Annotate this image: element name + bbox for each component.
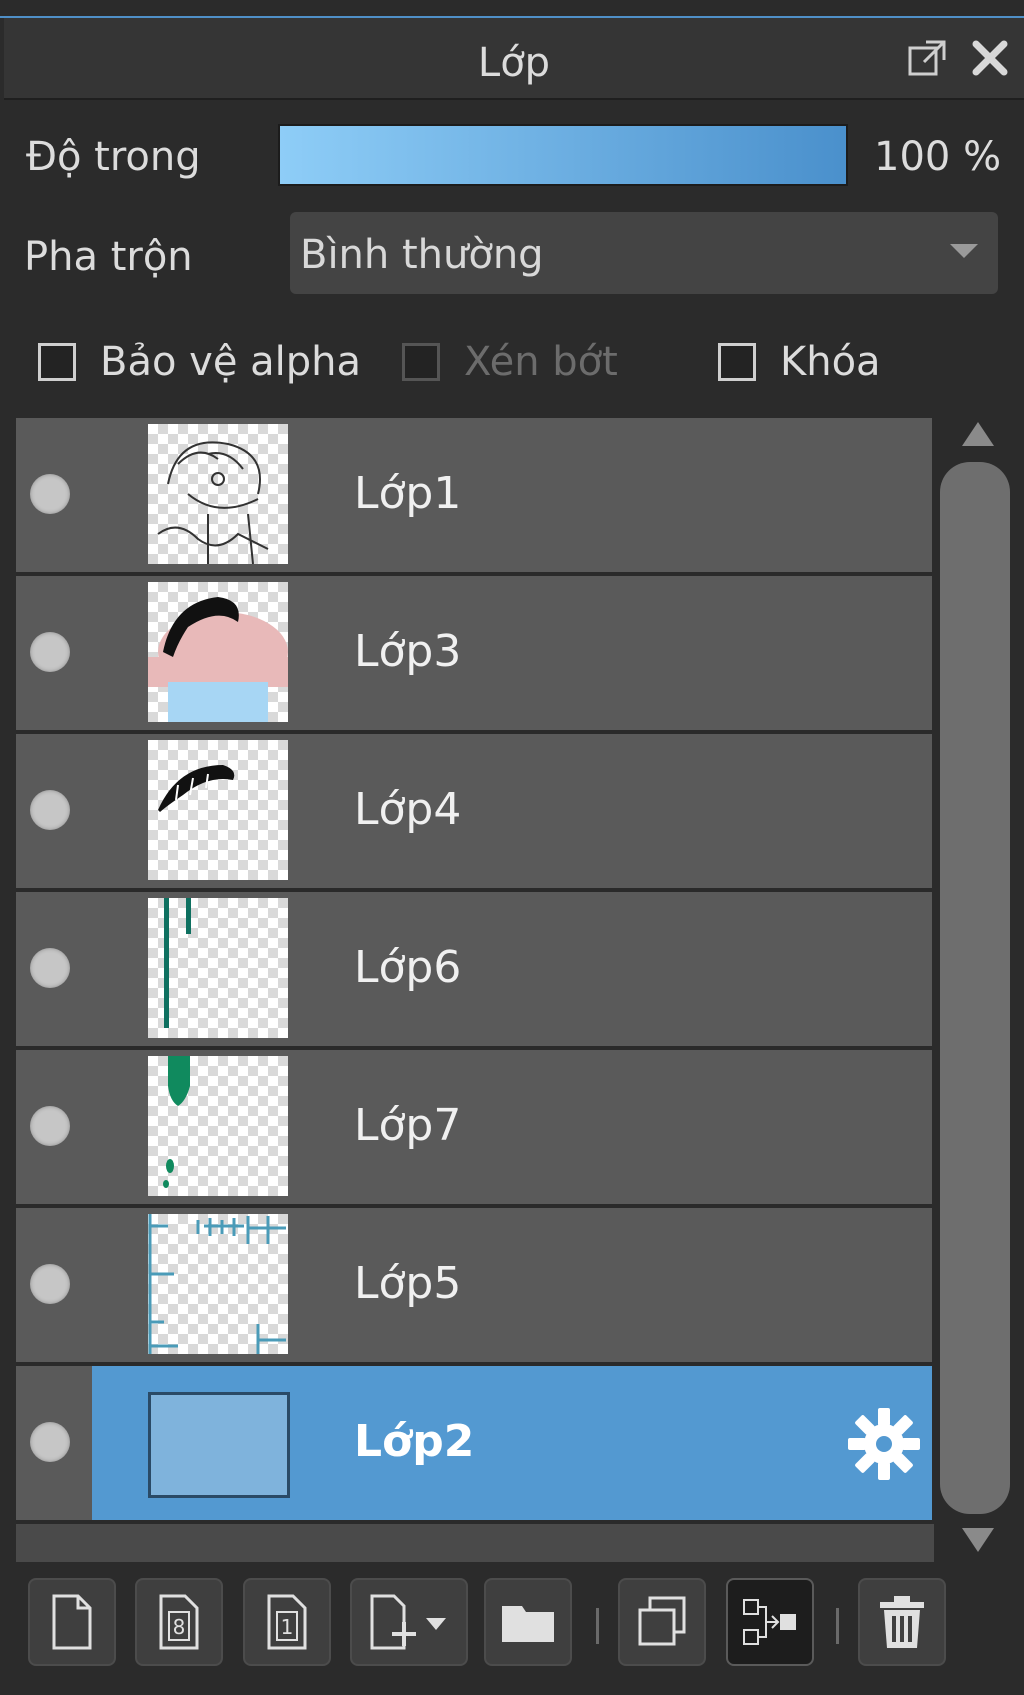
close-icon (972, 40, 1008, 76)
layer-row[interactable]: Lớp6 (16, 892, 932, 1050)
new-folder-button[interactable] (484, 1578, 572, 1666)
hair-thumb-icon (148, 740, 288, 880)
visibility-toggle[interactable] (30, 948, 70, 988)
layer-name: Lớp7 (354, 1100, 462, 1151)
visibility-toggle[interactable] (30, 790, 70, 830)
layer-name: Lớp5 (354, 1258, 462, 1309)
panel-thumb-icon (148, 1214, 288, 1354)
fill-thumb-icon (148, 1392, 290, 1498)
new-layer-icon (52, 1594, 92, 1650)
lock-checkbox[interactable]: Khóa (718, 338, 881, 386)
new-8bit-layer-button[interactable]: 8 (135, 1578, 223, 1666)
close-button[interactable] (966, 34, 1014, 82)
blend-label: Pha trộn (24, 234, 193, 280)
visibility-toggle[interactable] (30, 1422, 70, 1462)
visibility-toggle[interactable] (30, 1106, 70, 1146)
chevron-down-icon (950, 244, 978, 258)
add-layer-menu-button[interactable] (350, 1578, 468, 1666)
visibility-toggle[interactable] (30, 474, 70, 514)
scroll-down-icon[interactable] (962, 1528, 994, 1552)
new-layer-button[interactable] (28, 1578, 116, 1666)
layer-name: Lớp2 (354, 1416, 475, 1467)
lines-thumb-icon (148, 898, 288, 1038)
layer-row[interactable]: Lớp7 (16, 1050, 932, 1208)
delete-layer-button[interactable] (858, 1578, 946, 1666)
opacity-slider-fill (280, 126, 846, 184)
alpha-protect-checkbox[interactable]: Bảo vệ alpha (38, 338, 361, 386)
lock-label: Khóa (780, 339, 881, 385)
svg-text:1: 1 (281, 1615, 294, 1639)
layer-row[interactable]: Lớp5 (16, 1208, 932, 1366)
blend-mode-value: Bình thường (300, 232, 544, 278)
lineart-thumb-icon (148, 424, 288, 564)
visibility-toggle[interactable] (30, 632, 70, 672)
new-folder-icon (502, 1606, 554, 1642)
merge-down-icon (743, 1599, 796, 1645)
scrollbar-thumb[interactable] (940, 462, 1010, 1514)
layer-row-selected[interactable]: Lớp2 (16, 1366, 932, 1524)
duplicate-layer-icon (638, 1596, 686, 1646)
layer-name: Lớp3 (354, 626, 462, 677)
undock-icon (908, 40, 946, 76)
panel-title: Lớp (477, 40, 551, 86)
layer-toolbar: 8 1 (10, 1558, 1020, 1678)
toolbar-separator (836, 1608, 839, 1644)
clip-checkbox: Xén bớt (402, 338, 618, 386)
green-thumb-icon (148, 1056, 288, 1196)
panel-titlebar: Lớp (4, 18, 1024, 100)
toolbar-separator (596, 1608, 599, 1644)
new-1bit-layer-icon: 1 (267, 1594, 307, 1650)
layer-row[interactable]: Lớp4 (16, 734, 932, 892)
delete-layer-icon (880, 1596, 924, 1648)
clip-label: Xén bớt (464, 339, 618, 385)
add-layer-menu-icon (370, 1594, 446, 1650)
merge-down-button[interactable] (726, 1578, 814, 1666)
new-1bit-layer-button[interactable]: 1 (243, 1578, 331, 1666)
new-8bit-layer-icon: 8 (159, 1594, 199, 1650)
duplicate-layer-button[interactable] (618, 1578, 706, 1666)
layer-name: Lớp4 (354, 784, 462, 835)
layer-name: Lớp1 (354, 468, 462, 519)
visibility-toggle[interactable] (30, 1264, 70, 1304)
scroll-up-icon[interactable] (962, 422, 994, 446)
opacity-label: Độ trong (26, 134, 201, 180)
opacity-slider[interactable] (278, 124, 848, 186)
checkbox-box[interactable] (718, 343, 756, 381)
opacity-value: 100 % (874, 134, 1002, 180)
svg-text:8: 8 (173, 1615, 186, 1639)
undock-button[interactable] (904, 34, 952, 82)
gear-icon[interactable] (846, 1406, 922, 1482)
layer-row[interactable]: Lớp3 (16, 576, 932, 734)
checkbox-box (402, 343, 440, 381)
checkbox-box[interactable] (38, 343, 76, 381)
layer-name: Lớp6 (354, 942, 462, 993)
color-thumb-icon (148, 582, 288, 722)
layer-list[interactable]: Lớp1 Lớp3 Lớp4 Lớp6 Lớp7 Lớp5 Lớp2 (16, 418, 934, 1562)
alpha-protect-label: Bảo vệ alpha (100, 339, 362, 385)
layer-list-scrollbar[interactable] (940, 418, 1010, 1552)
layer-list-horizontal-scrollbar[interactable] (16, 1524, 934, 1562)
layer-row[interactable]: Lớp1 (16, 418, 932, 576)
blend-mode-select[interactable]: Bình thường (290, 212, 998, 294)
